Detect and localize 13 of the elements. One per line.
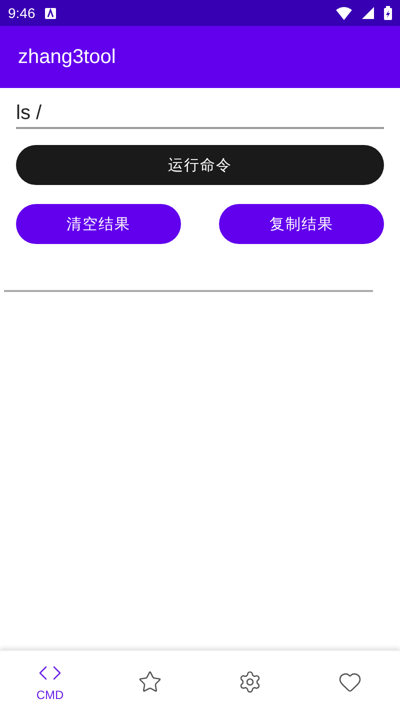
battery-icon xyxy=(384,6,392,20)
nav-tab[interactable]: CMD xyxy=(0,651,100,712)
run-command-button[interactable]: 运行命令 xyxy=(16,145,384,185)
clear-results-button[interactable]: 清空结果 xyxy=(16,204,181,244)
command-input[interactable]: ls / xyxy=(16,98,384,129)
star-icon xyxy=(138,670,162,694)
settings-icon xyxy=(238,670,262,694)
keyboard-icon xyxy=(45,8,56,18)
status-time: 9:46 xyxy=(8,5,36,21)
app-title: zhang3tool xyxy=(18,46,116,68)
copy-results-button[interactable]: 复制结果 xyxy=(219,204,384,244)
signal-icon xyxy=(362,7,374,19)
wifi-icon xyxy=(336,6,352,20)
